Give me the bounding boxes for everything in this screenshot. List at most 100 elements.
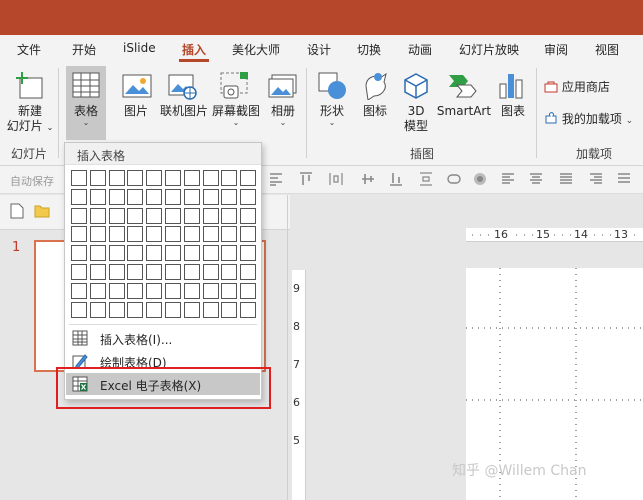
tab-slideshow[interactable]: 幻灯片放映 xyxy=(459,41,519,58)
table-grid-cell[interactable] xyxy=(127,245,143,261)
align-text-right-icon[interactable] xyxy=(588,171,604,187)
table-grid-cell[interactable] xyxy=(90,283,106,299)
distribute-vertical-icon[interactable] xyxy=(418,171,434,187)
autosave-toggle[interactable]: 自动保存 xyxy=(10,173,54,189)
table-grid-cell[interactable] xyxy=(184,245,200,261)
table-grid-cell[interactable] xyxy=(71,245,87,261)
table-grid-cell[interactable] xyxy=(109,170,125,186)
table-grid-cell[interactable] xyxy=(165,170,181,186)
table-grid-cell[interactable] xyxy=(146,245,162,261)
tab-beautify[interactable]: 美化大师 xyxy=(232,41,280,58)
table-grid-cell[interactable] xyxy=(146,264,162,280)
tab-insert[interactable]: 插入 xyxy=(182,41,206,58)
table-grid-cell[interactable] xyxy=(127,283,143,299)
table-grid-cell[interactable] xyxy=(203,226,219,242)
table-grid-cell[interactable] xyxy=(184,189,200,205)
table-grid-cell[interactable] xyxy=(71,189,87,205)
table-grid-cell[interactable] xyxy=(184,264,200,280)
table-grid-cell[interactable] xyxy=(221,226,237,242)
align-bottom-icon[interactable] xyxy=(388,171,404,187)
table-grid-cell[interactable] xyxy=(221,264,237,280)
table-grid-cell[interactable] xyxy=(203,283,219,299)
3d-model-button[interactable]: 3D 模型 xyxy=(396,104,436,134)
table-grid-cell[interactable] xyxy=(221,245,237,261)
table-grid-cell[interactable] xyxy=(184,170,200,186)
picture-button[interactable]: 图片 xyxy=(118,104,154,119)
table-grid-cell[interactable] xyxy=(240,264,256,280)
smartart-button[interactable]: SmartArt xyxy=(436,104,492,119)
table-grid-cell[interactable] xyxy=(240,283,256,299)
table-grid-cell[interactable] xyxy=(184,283,200,299)
table-grid-cell[interactable] xyxy=(146,208,162,224)
table-grid-cell[interactable] xyxy=(165,208,181,224)
tab-home[interactable]: 开始 xyxy=(72,41,96,58)
tab-islide[interactable]: iSlide xyxy=(123,41,156,55)
circle-target-icon[interactable] xyxy=(472,171,488,187)
table-grid-cell[interactable] xyxy=(203,170,219,186)
table-grid-cell[interactable] xyxy=(71,226,87,242)
distribute-horizontal-icon[interactable] xyxy=(328,171,344,187)
table-grid-cell[interactable] xyxy=(127,226,143,242)
align-left-icon[interactable] xyxy=(268,171,284,187)
table-grid-cell[interactable] xyxy=(221,189,237,205)
table-grid-cell[interactable] xyxy=(90,208,106,224)
table-grid-cell[interactable] xyxy=(71,264,87,280)
online-picture-button[interactable]: 联机图片 xyxy=(156,104,212,119)
table-grid-cell[interactable] xyxy=(109,226,125,242)
table-grid-cell[interactable] xyxy=(127,302,143,318)
table-grid-cell[interactable] xyxy=(165,283,181,299)
table-grid-cell[interactable] xyxy=(71,208,87,224)
table-grid-cell[interactable] xyxy=(221,302,237,318)
rounded-rect-icon[interactable] xyxy=(446,171,462,187)
table-grid-cell[interactable] xyxy=(221,170,237,186)
table-grid-cell[interactable] xyxy=(146,302,162,318)
table-grid-cell[interactable] xyxy=(109,208,125,224)
table-grid-cell[interactable] xyxy=(240,226,256,242)
table-grid-cell[interactable] xyxy=(240,208,256,224)
table-grid-cell[interactable] xyxy=(221,283,237,299)
table-grid-cell[interactable] xyxy=(165,226,181,242)
my-addins-button[interactable]: 我的加载项 ⌄ xyxy=(544,112,643,129)
chart-button[interactable]: 图表 xyxy=(494,104,532,119)
table-grid-cell[interactable] xyxy=(90,170,106,186)
folder-icon[interactable] xyxy=(34,204,50,218)
list-icon[interactable] xyxy=(616,171,632,187)
table-grid-cell[interactable] xyxy=(71,170,87,186)
tab-design[interactable]: 设计 xyxy=(307,41,331,58)
new-document-icon[interactable] xyxy=(10,203,24,219)
table-grid-cell[interactable] xyxy=(90,264,106,280)
tab-review[interactable]: 审阅 xyxy=(544,41,568,58)
table-grid-cell[interactable] xyxy=(203,189,219,205)
table-grid-cell[interactable] xyxy=(71,283,87,299)
table-grid-cell[interactable] xyxy=(146,170,162,186)
shapes-button[interactable]: 形状 ⌄ xyxy=(312,104,352,127)
new-slide-button[interactable]: 新建 幻灯片 ⌄ xyxy=(4,104,56,135)
table-grid-cell[interactable] xyxy=(203,208,219,224)
tab-view[interactable]: 视图 xyxy=(595,41,619,58)
table-grid-cell[interactable] xyxy=(109,264,125,280)
tab-transitions[interactable]: 切换 xyxy=(357,41,381,58)
table-grid-cell[interactable] xyxy=(90,302,106,318)
table-grid-cell[interactable] xyxy=(184,208,200,224)
table-grid-cell[interactable] xyxy=(165,245,181,261)
table-grid-cell[interactable] xyxy=(127,264,143,280)
table-grid-cell[interactable] xyxy=(165,189,181,205)
table-button[interactable]: 表格 ⌄ xyxy=(66,104,106,127)
app-store-button[interactable]: 应用商店 xyxy=(544,80,640,95)
align-text-justify-icon[interactable] xyxy=(558,171,574,187)
align-middle-icon[interactable] xyxy=(360,171,376,187)
table-grid-cell[interactable] xyxy=(203,264,219,280)
align-text-left-icon[interactable] xyxy=(500,171,516,187)
screenshot-button[interactable]: 屏幕截图 ⌄ xyxy=(208,104,264,127)
table-grid-cell[interactable] xyxy=(165,302,181,318)
table-grid-cell[interactable] xyxy=(109,245,125,261)
table-grid-cell[interactable] xyxy=(184,302,200,318)
table-grid-cell[interactable] xyxy=(127,170,143,186)
align-text-center-icon[interactable] xyxy=(528,171,544,187)
insert-table-menu-item[interactable]: 插入表格(I)... xyxy=(66,327,260,349)
tab-animations[interactable]: 动画 xyxy=(408,41,432,58)
icons-button[interactable]: 图标 xyxy=(356,104,394,119)
table-size-grid[interactable] xyxy=(71,170,261,322)
table-grid-cell[interactable] xyxy=(240,302,256,318)
tab-file[interactable]: 文件 xyxy=(17,41,41,58)
